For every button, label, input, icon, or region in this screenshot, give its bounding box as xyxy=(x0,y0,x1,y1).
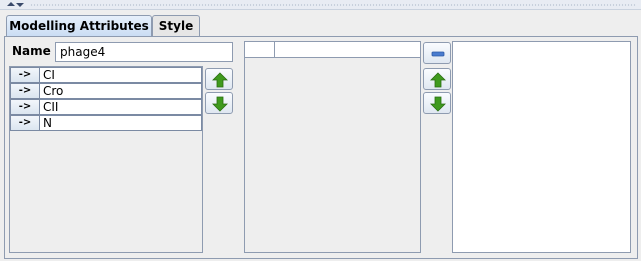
tab-style[interactable]: Style xyxy=(152,15,200,37)
list-item: -> CI xyxy=(10,67,202,83)
attribute-label: N xyxy=(43,116,52,130)
collapse-up-icon[interactable] xyxy=(7,2,15,6)
move-down-button[interactable] xyxy=(423,92,451,114)
tab-modelling-attributes[interactable]: Modelling Attributes xyxy=(6,15,152,37)
name-input[interactable] xyxy=(55,42,233,62)
add-attribute-button[interactable]: -> xyxy=(11,116,40,130)
top-splitter[interactable] xyxy=(0,0,641,10)
move-up-button[interactable] xyxy=(423,68,451,90)
attribute-label: Cro xyxy=(43,84,64,98)
green-up-arrow-icon xyxy=(212,72,228,88)
table-header-cell xyxy=(245,42,275,58)
add-attribute-button[interactable]: -> xyxy=(11,68,40,82)
attribute-label: CI xyxy=(43,68,55,82)
add-attribute-button[interactable]: -> xyxy=(11,84,40,98)
move-up-button[interactable] xyxy=(205,68,233,90)
attribute-detail-panel[interactable] xyxy=(452,41,631,253)
attribute-label: CII xyxy=(43,100,59,114)
selected-attributes-table[interactable] xyxy=(244,41,421,253)
list-item: -> N xyxy=(10,115,202,131)
green-up-arrow-icon xyxy=(430,72,446,88)
collapse-down-icon[interactable] xyxy=(16,3,24,7)
move-down-button[interactable] xyxy=(205,92,233,114)
add-attribute-button[interactable]: -> xyxy=(11,100,40,114)
minus-icon xyxy=(431,51,445,57)
list-item: -> CII xyxy=(10,99,202,115)
green-down-arrow-icon xyxy=(212,96,228,112)
splitter-grip xyxy=(30,4,636,6)
list-item: -> Cro xyxy=(10,83,202,99)
remove-button[interactable] xyxy=(423,42,451,64)
green-down-arrow-icon xyxy=(430,96,446,112)
table-header xyxy=(245,42,420,58)
name-label: Name xyxy=(12,44,51,58)
